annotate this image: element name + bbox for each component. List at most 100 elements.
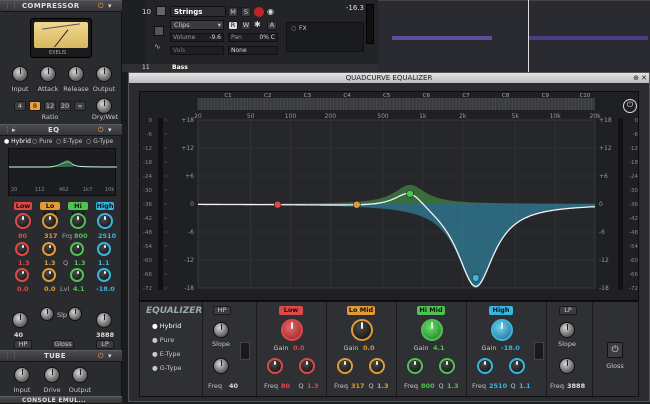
low-band-handle[interactable] — [273, 200, 282, 209]
lp-slope-knob[interactable] — [559, 322, 575, 338]
eq-header[interactable]: ⋮⋮ ▸ EQ ⏻ ▾ — [0, 124, 122, 136]
release-knob[interactable] — [68, 66, 84, 82]
ratio-4-button[interactable]: 4 — [14, 101, 26, 111]
himid-freq-knob[interactable] — [407, 358, 423, 374]
mode-hybrid[interactable]: ● Hybrid — [152, 322, 181, 330]
automation-icon[interactable]: ∿ — [154, 42, 164, 52]
monitor-icon[interactable]: ◉ — [267, 7, 277, 17]
close-icon[interactable]: ✕ — [641, 73, 647, 83]
mode-pure[interactable]: ● Pure — [152, 336, 174, 344]
power-icon[interactable]: ⏻ — [98, 2, 104, 11]
himid-lvl-knob[interactable] — [70, 268, 84, 282]
band-high-pill[interactable]: High — [96, 202, 114, 210]
instrument-icon[interactable] — [156, 6, 166, 16]
ratio-20-button[interactable]: 20 — [59, 101, 71, 111]
drywet-knob[interactable] — [96, 98, 112, 114]
tube-input-knob[interactable] — [14, 367, 30, 383]
mode-hybrid[interactable]: ● Hybrid — [4, 138, 31, 145]
tube-drive-knob[interactable] — [44, 367, 60, 383]
tube-output-knob[interactable] — [72, 367, 88, 383]
record-icon[interactable] — [254, 7, 264, 17]
hp-button[interactable]: HP — [213, 306, 231, 315]
none-dropdown[interactable]: None — [228, 46, 278, 55]
hp-freq-knob[interactable] — [213, 358, 229, 374]
lomid-band-handle[interactable] — [353, 200, 361, 209]
lomid-q-knob[interactable] — [42, 242, 56, 256]
lomid-freq-knob[interactable] — [337, 358, 353, 374]
power-icon[interactable]: ⏻ — [98, 126, 104, 135]
mode-etype[interactable]: ● E-Type — [152, 350, 181, 358]
write-button[interactable]: W — [241, 21, 251, 30]
volume-fader[interactable]: Volume -9.6 — [170, 33, 224, 42]
mode-gtype[interactable]: ○ G-Type — [86, 138, 113, 145]
settings-icon[interactable]: ▾ — [108, 126, 112, 134]
asterisk-icon[interactable]: ✱ — [254, 21, 264, 30]
himid-band-button[interactable]: Hi Mid — [417, 306, 445, 315]
gloss-button[interactable]: Gloss — [52, 340, 74, 349]
read-button[interactable]: R — [228, 21, 238, 30]
low-q-knob[interactable] — [299, 358, 315, 374]
tube-header[interactable]: ⋮⋮ TUBE ⏻ ▾ — [0, 350, 122, 362]
low-band-button[interactable]: Low — [279, 306, 303, 315]
band-himid-pill[interactable]: Hi Mid — [68, 202, 88, 218]
timeline[interactable] — [378, 0, 650, 72]
high-q-knob[interactable] — [97, 242, 111, 256]
piano-icon[interactable] — [154, 26, 164, 36]
ratio-12-button[interactable]: 12 — [44, 101, 56, 111]
low-freq-knob[interactable] — [267, 358, 283, 374]
input-knob[interactable] — [12, 66, 28, 82]
track-name-field[interactable]: Strings — [170, 6, 226, 17]
midi-clip[interactable] — [528, 36, 648, 40]
playhead[interactable] — [528, 0, 529, 72]
lp-toggle[interactable] — [534, 342, 544, 360]
eq-window-titlebar[interactable]: QUADCURVE EQUALIZER ⊕ ✕ — [129, 73, 649, 83]
band-lomid-pill[interactable]: Lo Mid — [40, 202, 60, 218]
himid-gain-knob[interactable] — [70, 213, 86, 229]
hp-slope-knob[interactable] — [213, 322, 229, 338]
slope-knob-right[interactable] — [68, 307, 82, 321]
midi-clip[interactable] — [392, 36, 492, 40]
slope-knob-left[interactable] — [40, 307, 54, 321]
ratio-inf-button[interactable]: ∞ — [74, 101, 86, 111]
gloss-power-icon[interactable]: ⏻ — [607, 342, 623, 358]
hp-toggle[interactable] — [240, 342, 250, 360]
compressor-header[interactable]: ⋮⋮ COMPRESSOR ⏻ ▾ — [0, 0, 122, 12]
settings-icon[interactable]: ▾ — [108, 2, 112, 10]
band-low-pill[interactable]: Low — [14, 202, 32, 210]
lp-button[interactable]: LP — [96, 340, 114, 349]
pin-icon[interactable]: ⊕ — [633, 73, 639, 83]
attack-knob[interactable] — [40, 66, 56, 82]
eq-graph[interactable]: 20 50 100 200 500 1k 2k 5k 10k 20k C1 C2 C3 C4 C5 C6 C7 C… — [139, 91, 639, 301]
mode-pure[interactable]: ○ Pure — [32, 138, 53, 145]
settings-icon[interactable]: ▾ — [108, 352, 112, 360]
mode-gtype[interactable]: ● G-Type — [152, 364, 181, 372]
lomid-gain-knob[interactable] — [42, 213, 58, 229]
lp-freq-knob[interactable] — [559, 358, 575, 374]
pan-control[interactable]: Pan 0% C — [228, 33, 278, 42]
lomid-band-button[interactable]: Lo Mid — [347, 306, 375, 315]
lomid-lvl-knob[interactable] — [42, 268, 56, 282]
high-band-button[interactable]: High — [489, 306, 513, 315]
console-header[interactable]: CONSOLE EMUL... — [0, 396, 122, 404]
lomid-q-knob[interactable] — [369, 358, 385, 374]
himid-q-knob[interactable] — [70, 242, 84, 256]
high-gain-knob[interactable] — [97, 213, 113, 229]
ratio-8-button[interactable]: 8 — [29, 101, 41, 111]
high-gain-knob[interactable] — [491, 319, 513, 341]
vals-field[interactable]: Vals — [170, 46, 224, 55]
low-q-knob[interactable] — [15, 242, 29, 256]
mini-eq-graph[interactable]: 20 112 462 1k7 10k — [8, 148, 118, 196]
low-lvl-knob[interactable] — [15, 268, 29, 282]
himid-gain-knob[interactable] — [421, 319, 443, 341]
hp-button[interactable]: HP — [14, 340, 32, 349]
low-gain-knob[interactable] — [281, 319, 303, 341]
output-knob[interactable] — [96, 66, 112, 82]
power-icon[interactable]: ⏻ — [623, 99, 637, 113]
expand-icon[interactable]: ▸ — [12, 126, 16, 134]
himid-q-knob[interactable] — [439, 358, 455, 374]
auto-button[interactable]: A — [267, 21, 277, 30]
hp-freq-knob[interactable] — [12, 312, 28, 328]
clips-dropdown[interactable]: Clips ▾ — [170, 20, 224, 30]
solo-button[interactable]: S — [241, 7, 251, 17]
lp-freq-knob[interactable] — [96, 312, 112, 328]
